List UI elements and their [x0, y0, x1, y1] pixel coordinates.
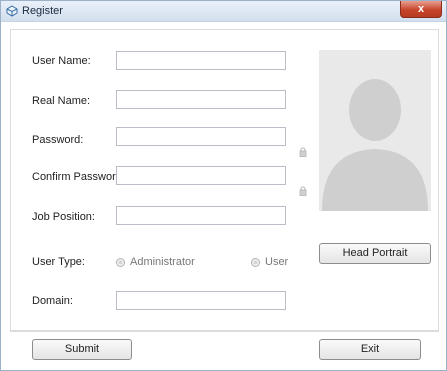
- avatar-placeholder-icon: [319, 50, 431, 211]
- confirm-password-input[interactable]: [116, 166, 286, 185]
- password-input[interactable]: [116, 127, 286, 146]
- user-type-administrator-radio[interactable]: Administrator: [116, 256, 195, 268]
- user-name-input[interactable]: [116, 51, 286, 70]
- user-option-label: User: [265, 256, 289, 268]
- lock-icon: [299, 147, 307, 157]
- window-title: Register: [22, 5, 63, 17]
- confirm-password-label: Confirm Password:: [32, 171, 125, 183]
- close-button[interactable]: x: [400, 1, 442, 18]
- administrator-option-label: Administrator: [130, 256, 195, 268]
- radio-circle[interactable]: [116, 257, 125, 267]
- footer-divider: [11, 330, 438, 331]
- job-position-label: Job Position:: [32, 211, 95, 223]
- user-name-label: User Name:: [32, 55, 91, 67]
- lock-icon: [299, 186, 307, 196]
- user-type-label: User Type:: [32, 256, 85, 268]
- exit-button[interactable]: Exit: [319, 339, 421, 360]
- real-name-input[interactable]: [116, 90, 286, 109]
- radio-circle[interactable]: [251, 257, 260, 267]
- domain-input[interactable]: [116, 291, 286, 310]
- domain-label: Domain:: [32, 295, 73, 307]
- head-portrait-button[interactable]: Head Portrait: [319, 243, 431, 264]
- title-bar[interactable]: Register x: [1, 1, 446, 22]
- password-label: Password:: [32, 134, 84, 146]
- real-name-label: Real Name:: [32, 95, 91, 107]
- head-portrait-image: [319, 50, 431, 211]
- job-position-input[interactable]: [116, 206, 286, 225]
- register-icon: [6, 5, 18, 17]
- submit-button[interactable]: Submit: [32, 339, 132, 360]
- user-type-user-radio[interactable]: User: [251, 256, 288, 268]
- register-window: Register x User Name: Real Name: Passwor…: [0, 0, 447, 371]
